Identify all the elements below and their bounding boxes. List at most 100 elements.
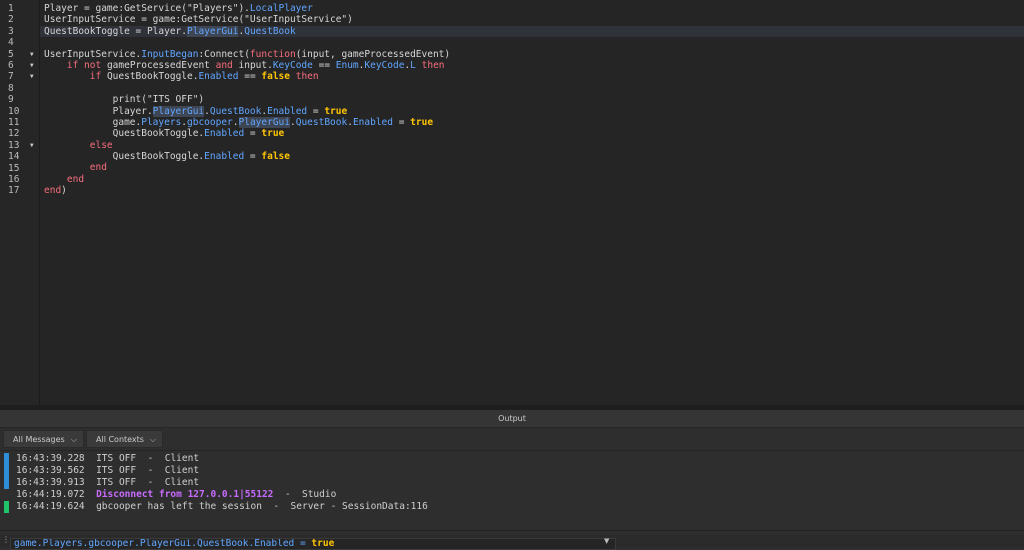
command-bar: ⋮ game.Players.gbcooper.PlayerGui.QuestB… — [0, 535, 1024, 550]
code-token: ) — [61, 185, 67, 197]
line-number-text: 3 — [8, 25, 14, 37]
fold-toggle-icon[interactable]: ▼ — [30, 71, 34, 82]
code-token: input. — [232, 59, 273, 71]
message-type-marker — [4, 465, 9, 477]
chevron-down-icon: ⌵ — [70, 435, 77, 444]
code-line[interactable]: QuestBookToggle = Player.PlayerGui.Quest… — [40, 25, 1024, 38]
log-source: - Server - SessionData:116 — [261, 501, 428, 512]
log-entry[interactable]: 16:44:19.072 Disconnect from 127.0.0.1|5… — [16, 489, 336, 501]
log-time: 16:44:19.072 — [16, 489, 85, 500]
log-time: 16:43:39.228 — [16, 453, 85, 464]
line-number-text: 4 — [8, 37, 14, 49]
line-number: 4 — [0, 37, 40, 48]
code-token: PlayerGui — [238, 116, 290, 128]
line-number-text: 9 — [8, 94, 14, 106]
log-message: Disconnect from 127.0.0.1|55122 — [84, 489, 274, 500]
context-filter-dropdown[interactable]: All Contexts ⌵ — [86, 430, 163, 448]
line-number: 9 — [0, 94, 40, 105]
code-line[interactable]: if QuestBookToggle.Enabled == false then — [44, 71, 1024, 82]
code-token: PlayerGui — [187, 25, 239, 37]
code-token: PlayerGui — [152, 105, 205, 117]
code-token: then — [295, 71, 319, 83]
code-line[interactable]: print("ITS OFF") — [44, 94, 1024, 105]
log-entry[interactable]: 16:43:39.562 ITS OFF - Client — [16, 465, 199, 477]
command-text: game.Players.gbcooper.PlayerGui.QuestBoo… — [14, 538, 312, 549]
code-token: QuestBook — [244, 25, 296, 37]
line-number: 14 — [0, 151, 40, 162]
code-token: true — [261, 128, 285, 140]
code-token: gameProcessedEvent — [101, 59, 216, 71]
drag-grip-icon[interactable]: ⋮ — [2, 535, 10, 544]
code-token: QuestBookToggle. — [101, 71, 199, 83]
code-line[interactable] — [44, 37, 1024, 48]
code-token: UserInputService = game:GetService("User… — [44, 14, 353, 26]
line-number-text: 14 — [8, 151, 20, 163]
line-number: 17 — [0, 185, 40, 196]
line-number: 3 — [0, 26, 40, 37]
code-token: true — [324, 105, 348, 117]
code-line[interactable]: QuestBookToggle.Enabled = false — [44, 151, 1024, 162]
message-filter-dropdown[interactable]: All Messages ⌵ — [3, 430, 84, 448]
code-line[interactable]: UserInputService.InputBegan:Connect(func… — [44, 49, 1024, 60]
log-source: - Studio — [273, 489, 337, 500]
code-token: end — [44, 185, 62, 197]
log-entry[interactable]: 16:43:39.913 ITS OFF - Client — [16, 477, 199, 489]
chevron-down-icon: ⌵ — [149, 435, 156, 444]
code-line[interactable]: Player = game:GetService("Players").Loca… — [44, 3, 1024, 14]
line-number-text: 5 — [8, 48, 14, 60]
code-line[interactable]: else — [44, 140, 1024, 151]
code-line[interactable]: Player.PlayerGui.QuestBook.Enabled = tru… — [44, 105, 1024, 117]
code-token: then — [421, 59, 445, 71]
code-token: Enabled — [198, 71, 239, 83]
code-token: true — [410, 116, 434, 128]
code-line[interactable]: end — [44, 174, 1024, 185]
fold-toggle-icon[interactable]: ▼ — [30, 60, 34, 71]
code-token: KeyCode — [272, 59, 313, 71]
code-token: == — [238, 71, 262, 83]
line-number-gutter: 1 2 3 4 5 ▼ 6 ▼ 7 ▼ 8 9 10 11 12 13 ▼ 14 15 16 17 — [0, 0, 40, 405]
line-number: 5 ▼ — [0, 49, 40, 60]
code-line[interactable] — [44, 83, 1024, 94]
message-type-marker — [4, 477, 9, 489]
line-number: 7 ▼ — [0, 71, 40, 82]
fold-toggle-icon[interactable]: ▼ — [30, 140, 34, 151]
code-token: = — [307, 105, 325, 117]
code-line[interactable]: if not gameProcessedEvent and input.KeyC… — [44, 60, 1024, 71]
line-number-text: 11 — [8, 117, 20, 128]
code-token: if not — [66, 59, 102, 71]
code-token: game. — [44, 116, 142, 128]
code-line[interactable]: QuestBookToggle.Enabled = true — [44, 128, 1024, 139]
line-number: 10 — [0, 106, 40, 117]
log-entry[interactable]: 16:44:19.624 gbcooper has left the sessi… — [16, 501, 428, 513]
code-area[interactable]: Player = game:GetService("Players").Loca… — [40, 3, 1024, 197]
code-token: (input, gameProcessedEvent) — [295, 48, 451, 60]
code-line[interactable]: end) — [44, 185, 1024, 196]
output-log[interactable]: 16:43:39.228 ITS OFF - Client 16:43:39.56… — [0, 451, 1024, 531]
code-line[interactable]: game.Players.gbcooper.PlayerGui.QuestBoo… — [44, 116, 1024, 128]
log-source: - Client — [136, 465, 200, 476]
command-bar-input[interactable]: game.Players.gbcooper.PlayerGui.QuestBoo… — [10, 538, 616, 550]
script-editor[interactable]: 1 2 3 4 5 ▼ 6 ▼ 7 ▼ 8 9 10 11 12 13 ▼ 14 15 16 17 Player = g… — [0, 0, 1024, 405]
line-number: 15 — [0, 163, 40, 174]
code-token: QuestBookToggle = Player. — [44, 25, 187, 37]
fold-toggle-icon[interactable]: ▼ — [30, 49, 34, 60]
log-message: ITS OFF — [84, 453, 137, 464]
line-number: 2 — [0, 14, 40, 25]
code-token: KeyCode — [364, 59, 405, 71]
log-time: 16:43:39.913 — [16, 477, 85, 488]
code-token: :Connect( — [198, 48, 250, 60]
output-panel-title: Output — [0, 410, 1024, 428]
line-number-text: 10 — [8, 105, 20, 117]
log-entry[interactable]: 16:43:39.228 ITS OFF - Client — [16, 453, 199, 465]
code-token: QuestBookToggle. — [44, 151, 205, 163]
code-line[interactable]: end — [44, 162, 1024, 173]
line-number-text: 16 — [8, 174, 20, 185]
log-message: ITS OFF — [84, 465, 137, 476]
chevron-down-icon[interactable]: ▼ — [604, 537, 609, 545]
code-token: Enabled — [267, 105, 308, 117]
context-filter-label: All Contexts — [96, 435, 144, 444]
code-token: = — [244, 151, 262, 163]
line-number: 11 — [0, 117, 40, 128]
code-line[interactable]: UserInputService = game:GetService("User… — [44, 14, 1024, 25]
